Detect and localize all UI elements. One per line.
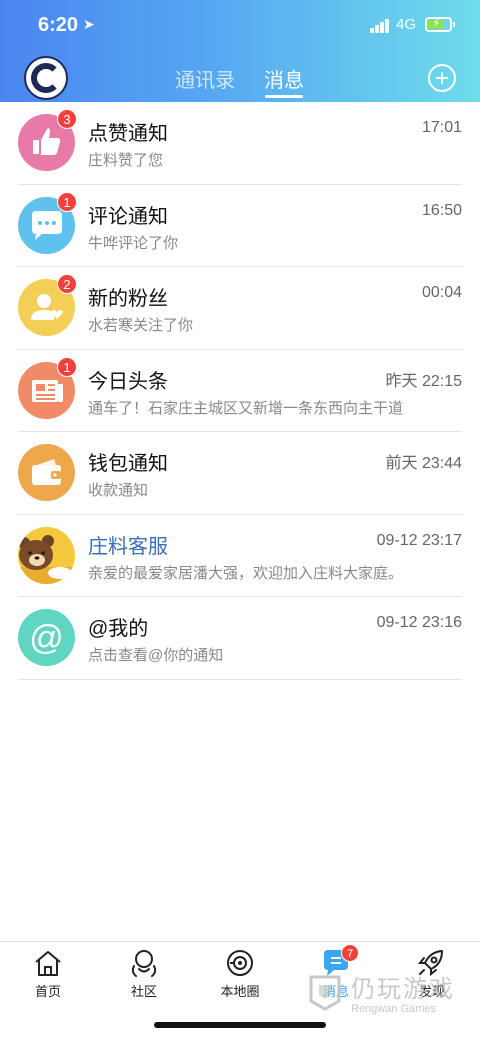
message-row-likes[interactable]: 3 点赞通知 17:01 庄料赞了您	[0, 102, 480, 185]
location-arrow-icon: ➤	[83, 16, 95, 32]
message-title: @我的	[88, 618, 149, 640]
at-sign-icon: @	[18, 609, 75, 666]
message-preview: 水若寒关注了你	[88, 317, 194, 334]
tabbar-label: 本地圈	[220, 984, 260, 999]
signal-icon	[370, 17, 390, 33]
message-title: 庄料客服	[88, 535, 168, 558]
message-preview: 收款通知	[88, 482, 149, 499]
active-tab-indicator	[265, 95, 303, 98]
app-logo[interactable]	[24, 56, 68, 100]
watermark-subtitle: Rengwan Games	[351, 1003, 436, 1015]
status-time: 6:20	[38, 14, 79, 36]
message-row-headlines[interactable]: 1 今日头条 昨天 22:15 通车了！石家庄主城区又新增一条东西向主干道	[0, 350, 480, 432]
wallet-icon	[18, 444, 75, 501]
home-indicator	[154, 1022, 326, 1028]
tabbar-item-home[interactable]: 首页	[8, 948, 88, 1000]
message-time: 00:04	[421, 284, 462, 301]
message-time: 17:01	[421, 119, 462, 136]
unread-badge: 3	[57, 109, 77, 129]
message-preview: 牛哗评论了你	[88, 234, 179, 252]
message-row-comments[interactable]: 1 评论通知 16:50 牛哗评论了你	[0, 185, 480, 267]
unread-badge: 2	[57, 274, 77, 294]
home-icon	[32, 948, 64, 978]
message-time: 16:50	[421, 201, 462, 219]
divider	[18, 678, 462, 680]
svg-text:@: @	[29, 619, 64, 657]
tab-contacts[interactable]: 通讯录	[175, 64, 235, 93]
watermark-logo-icon	[309, 975, 341, 1011]
message-time: 昨天 22:15	[385, 372, 463, 390]
message-row-followers[interactable]: 2 新的粉丝 00:04 水若寒关注了你	[0, 267, 480, 350]
message-row-mentions[interactable]: @ @我的 09-12 23:16 点击查看@你的通知	[0, 597, 480, 680]
message-preview: 庄料赞了您	[88, 152, 164, 169]
message-title: 钱包通知	[88, 453, 168, 475]
battery-icon: ⚡	[425, 16, 455, 32]
message-time: 09-12 23:17	[376, 531, 462, 549]
unread-badge: 1	[57, 356, 77, 377]
message-title: 点赞通知	[88, 123, 168, 145]
tabbar-label: 首页	[34, 984, 61, 999]
header: 6:20 ➤ 4G ⚡ 通讯录 消息	[0, 0, 480, 102]
message-preview: 点击查看@你的通知	[88, 647, 224, 664]
message-preview: 亲爱的最爱家居潘大强，欢迎加入庄料大家庭。	[88, 564, 404, 582]
message-list: 3 点赞通知 17:01 庄料赞了您 1 评论通知 16:50 牛哗评论了你 2…	[0, 102, 480, 680]
message-preview: 通车了！石家庄主城区又新增一条东西向主干道	[88, 399, 404, 417]
community-icon	[128, 948, 160, 978]
message-time: 前天 23:44	[385, 455, 463, 472]
message-row-wallet[interactable]: 钱包通知 前天 23:44 收款通知	[0, 432, 480, 515]
message-title: 今日头条	[88, 370, 168, 393]
local-circle-icon	[224, 948, 256, 978]
watermark: 仍玩游戏 Rengwan Games	[305, 965, 465, 1025]
network-type: 4G	[396, 16, 417, 33]
tabbar-item-local-circle[interactable]: 本地圈	[200, 948, 280, 1000]
tabbar-label: 社区	[130, 984, 157, 999]
bear-avatar-icon	[18, 526, 75, 584]
status-bar: 6:20 ➤ 4G ⚡	[0, 0, 480, 52]
watermark-title: 仍玩游戏	[351, 976, 455, 1003]
tabbar-item-community[interactable]: 社区	[104, 948, 184, 1000]
add-icon[interactable]	[428, 64, 456, 92]
message-row-customer-service[interactable]: 庄料客服 09-12 23:17 亲爱的最爱家居潘大强，欢迎加入庄料大家庭。	[0, 515, 480, 597]
unread-badge: 1	[57, 191, 77, 212]
message-time: 09-12 23:16	[376, 614, 462, 631]
message-title: 新的粉丝	[88, 288, 168, 310]
message-title: 评论通知	[88, 205, 168, 228]
tab-messages[interactable]: 消息	[264, 64, 304, 93]
tabbar-message-badge: 7	[341, 944, 359, 962]
